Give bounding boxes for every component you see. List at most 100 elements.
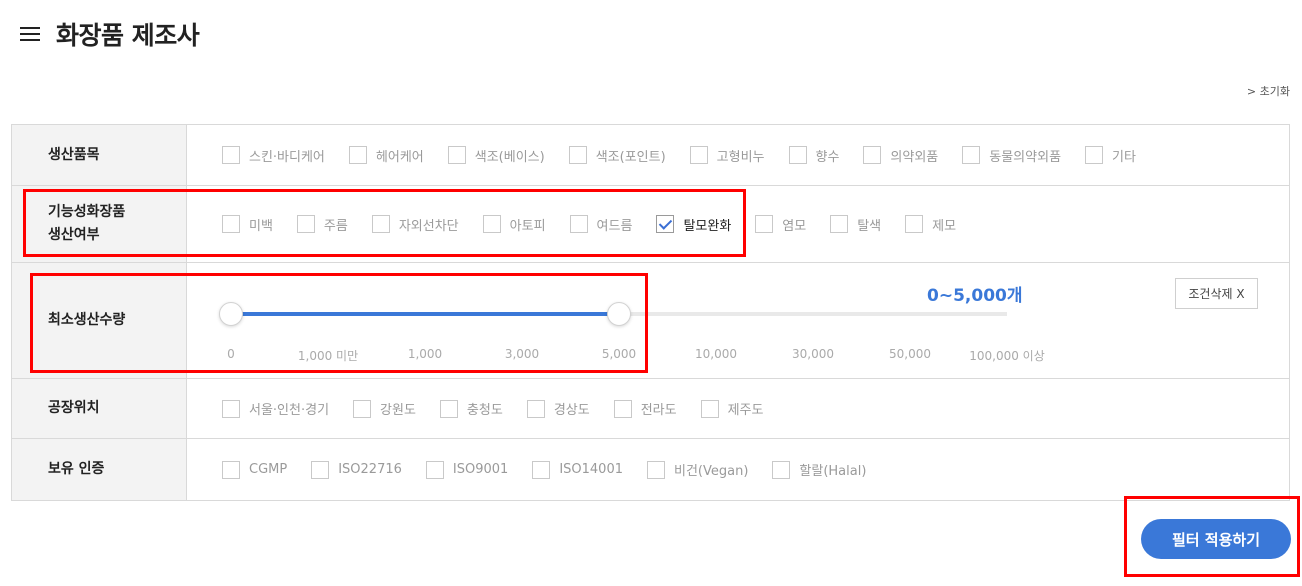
quantity-slider-area: 0 1,000 미만 1,000 3,000 5,000 10,000 30,000 50,0… bbox=[187, 263, 1289, 378]
row-label: 생산품목 bbox=[12, 125, 187, 185]
slider-tick-label: 5,000 bbox=[601, 347, 637, 361]
checkbox[interactable] bbox=[371, 215, 390, 233]
checkbox[interactable] bbox=[569, 215, 588, 233]
checkbox-label: 주름 bbox=[323, 218, 348, 234]
checkbox-option[interactable]: 충청도 bbox=[439, 399, 503, 418]
checkbox[interactable] bbox=[296, 215, 315, 233]
checkbox[interactable] bbox=[613, 399, 632, 418]
checkbox-option[interactable]: 자외선차단 bbox=[371, 215, 459, 234]
slider-max-handle[interactable] bbox=[607, 302, 631, 326]
hamburger-menu-icon[interactable] bbox=[20, 27, 40, 41]
checkbox-option[interactable]: 서울·인천·경기 bbox=[222, 399, 329, 418]
checkbox-option[interactable]: 고형비누 bbox=[689, 146, 765, 165]
checkbox[interactable] bbox=[222, 215, 240, 233]
checkbox-label: 비건(Vegan) bbox=[674, 464, 749, 479]
slider-tick-label: 10,000 bbox=[695, 347, 737, 361]
checkbox-option[interactable]: 아토피 bbox=[482, 215, 546, 234]
checkbox[interactable] bbox=[830, 215, 849, 233]
row-label: 기능성화장품 생산여부 bbox=[12, 186, 187, 262]
checkbox[interactable] bbox=[526, 399, 545, 418]
checkbox-option[interactable]: 기타 bbox=[1085, 146, 1136, 165]
checkbox[interactable] bbox=[222, 146, 240, 164]
checkbox[interactable] bbox=[568, 146, 587, 164]
checkbox-option[interactable]: ISO22716 bbox=[311, 460, 402, 479]
checkbox-label: 염모 bbox=[782, 218, 807, 234]
checkbox-option[interactable]: 제모 bbox=[905, 215, 956, 234]
checkbox[interactable] bbox=[439, 399, 458, 418]
checkbox-checked[interactable] bbox=[656, 215, 675, 233]
checkbox[interactable] bbox=[482, 215, 501, 233]
checkbox-label: 동물의약외품 bbox=[989, 149, 1062, 165]
checkbox[interactable] bbox=[311, 460, 330, 479]
checkbox-option[interactable]: 색조(포인트) bbox=[568, 146, 666, 165]
slider-tick-label: 1,000 bbox=[407, 347, 443, 361]
checkbox[interactable] bbox=[700, 399, 719, 418]
checkbox-label: 제주도 bbox=[727, 403, 764, 418]
checkbox[interactable] bbox=[222, 460, 240, 479]
slider-tick-label: 30,000 bbox=[792, 347, 834, 361]
checkbox-option[interactable]: 주름 bbox=[296, 215, 348, 234]
checkbox-label: 제모 bbox=[932, 218, 957, 234]
checkbox-option[interactable]: 향수 bbox=[788, 146, 840, 165]
checkbox[interactable] bbox=[532, 460, 551, 479]
checkbox[interactable] bbox=[1085, 146, 1104, 164]
checkbox-label: 탈색 bbox=[857, 218, 882, 234]
filter-row-location: 공장위치 서울·인천·경기 강원도 충청도 경상도 전라도 제주도 bbox=[12, 379, 1289, 439]
checkbox[interactable] bbox=[788, 146, 807, 164]
checkbox-label: 향수 bbox=[815, 149, 840, 165]
checkbox-option[interactable]: 탈모완화 bbox=[656, 215, 731, 234]
checkbox-label: 자외선차단 bbox=[398, 218, 459, 234]
page-header: 화장품 제조사 bbox=[20, 14, 200, 54]
checkbox-label: 미백 bbox=[249, 218, 273, 234]
checkbox-option[interactable]: ISO9001 bbox=[425, 460, 509, 479]
checkbox-option[interactable]: CGMP bbox=[222, 460, 287, 479]
checkbox-option[interactable]: 전라도 bbox=[613, 399, 677, 418]
checkbox[interactable] bbox=[755, 215, 774, 233]
range-value: 0~5,000개 bbox=[927, 286, 1023, 306]
checkbox[interactable] bbox=[905, 215, 924, 233]
checkbox[interactable] bbox=[962, 146, 981, 164]
checkbox[interactable] bbox=[425, 460, 444, 479]
checkbox-label: 의약외품 bbox=[890, 149, 939, 165]
checkbox[interactable] bbox=[647, 460, 665, 479]
checkbox[interactable] bbox=[447, 146, 466, 164]
checkbox-label: 강원도 bbox=[380, 403, 416, 418]
checkbox-label: ISO9001 bbox=[452, 462, 509, 477]
slider-min-handle[interactable] bbox=[219, 302, 243, 326]
filter-table: 생산품목 스킨·바디케어 헤어케어 색조(베이스) 색조(포인트) 고형비누 향수 의약외품… bbox=[11, 124, 1290, 501]
checkbox-option[interactable]: 색조(베이스) bbox=[447, 146, 545, 165]
row-label: 보유 인증 bbox=[12, 439, 187, 500]
filter-row-min-quantity: 최소생산수량 0 1,000 미만 1,000 3,000 5,000 10,000 30,… bbox=[12, 263, 1289, 379]
checkbox[interactable] bbox=[348, 146, 367, 164]
checkbox-option[interactable]: 의약외품 bbox=[863, 146, 938, 165]
checkbox-option[interactable]: 헤어케어 bbox=[348, 146, 424, 165]
checkbox-option[interactable]: 동물의약외품 bbox=[962, 146, 1061, 165]
checkbox-option[interactable]: ISO14001 bbox=[532, 460, 623, 479]
reset-link[interactable]: > 초기화 bbox=[1247, 83, 1290, 99]
checkbox[interactable] bbox=[772, 460, 791, 479]
checkbox-label: 고형비누 bbox=[716, 149, 765, 165]
checkbox-option[interactable]: 경상도 bbox=[526, 399, 590, 418]
checkbox-option[interactable]: 미백 bbox=[222, 215, 273, 234]
checkbox[interactable] bbox=[353, 399, 372, 418]
clear-condition-button[interactable]: 조건삭제 X bbox=[1175, 278, 1258, 309]
checkbox-group: CGMP ISO22716 ISO9001 ISO14001 비건(Vegan) 할랄(H… bbox=[187, 439, 1289, 500]
checkbox-option[interactable]: 비건(Vegan) bbox=[647, 460, 748, 479]
checkbox-option[interactable]: 제주도 bbox=[700, 399, 764, 418]
checkbox-option[interactable]: 탈색 bbox=[830, 215, 881, 234]
checkbox[interactable] bbox=[222, 399, 240, 418]
slider-tick-label: 0 bbox=[227, 347, 235, 361]
checkbox-option[interactable]: 강원도 bbox=[353, 399, 416, 418]
checkbox[interactable] bbox=[863, 146, 882, 164]
checkbox-label: ISO14001 bbox=[559, 462, 623, 477]
checkbox-label: 탈모완화 bbox=[683, 218, 732, 234]
checkbox[interactable] bbox=[689, 146, 708, 164]
checkbox-option[interactable]: 스킨·바디케어 bbox=[222, 146, 325, 165]
checkbox-option[interactable]: 염모 bbox=[755, 215, 806, 234]
checkbox-label: 서울·인천·경기 bbox=[249, 403, 330, 418]
apply-filter-button[interactable]: 필터 적용하기 bbox=[1141, 519, 1291, 559]
checkbox-option[interactable]: 여드름 bbox=[569, 215, 632, 234]
page-title: 화장품 제조사 bbox=[56, 21, 200, 50]
checkbox-option[interactable]: 할랄(Halal) bbox=[772, 460, 866, 479]
checkbox-label: 경상도 bbox=[553, 403, 590, 418]
